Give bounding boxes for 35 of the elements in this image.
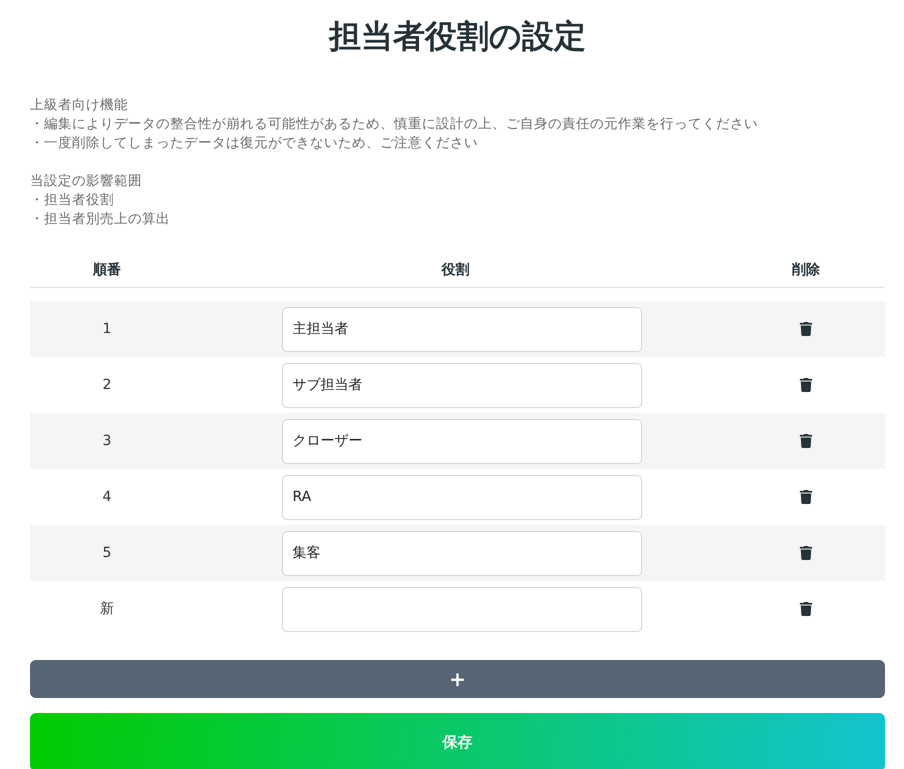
note-item: ・担当者役割 <box>30 191 115 210</box>
role-input[interactable]: 主担当者 <box>282 306 642 352</box>
order-number: 新 <box>100 600 114 618</box>
note-item: ・編集によりデータの整合性が崩れる可能性があるため、慎重に設計の上、ご自身の責任の元作業を行ってください <box>30 115 759 134</box>
trash-icon <box>799 322 813 336</box>
page-title: 担当者役割の設定 <box>327 16 587 57</box>
column-header: 役割 <box>440 261 470 279</box>
column-header: 削除 <box>791 261 821 279</box>
note-heading: 当設定の影響範囲 <box>30 172 143 191</box>
trash-icon <box>799 602 813 616</box>
role-input[interactable]: 集客 <box>282 530 642 576</box>
delete-button[interactable] <box>799 546 813 560</box>
order-number: 1 <box>102 321 112 337</box>
trash-icon <box>799 434 813 448</box>
note-item: ・担当者別売上の算出 <box>30 210 171 229</box>
order-number: 3 <box>102 433 112 449</box>
role-input[interactable] <box>282 586 642 632</box>
trash-icon <box>799 546 813 560</box>
role-input[interactable]: クローザー <box>282 418 642 464</box>
role-input[interactable]: RA <box>282 474 642 520</box>
order-number: 2 <box>102 377 112 393</box>
trash-icon <box>799 490 813 504</box>
column-header: 順番 <box>92 261 122 279</box>
role-input[interactable]: サブ担当者 <box>282 362 642 408</box>
delete-button[interactable] <box>799 434 813 448</box>
delete-button[interactable] <box>799 490 813 504</box>
order-number: 4 <box>102 489 112 505</box>
note-heading: 上級者向け機能 <box>30 96 129 115</box>
delete-button[interactable] <box>799 378 813 392</box>
note-item: ・一度削除してしまったデータは復元ができないため、ご注意ください <box>30 134 479 153</box>
add-button[interactable]: + <box>30 660 885 698</box>
order-number: 5 <box>102 545 112 561</box>
delete-button[interactable] <box>799 602 813 616</box>
trash-icon <box>799 378 813 392</box>
delete-button[interactable] <box>799 322 813 336</box>
